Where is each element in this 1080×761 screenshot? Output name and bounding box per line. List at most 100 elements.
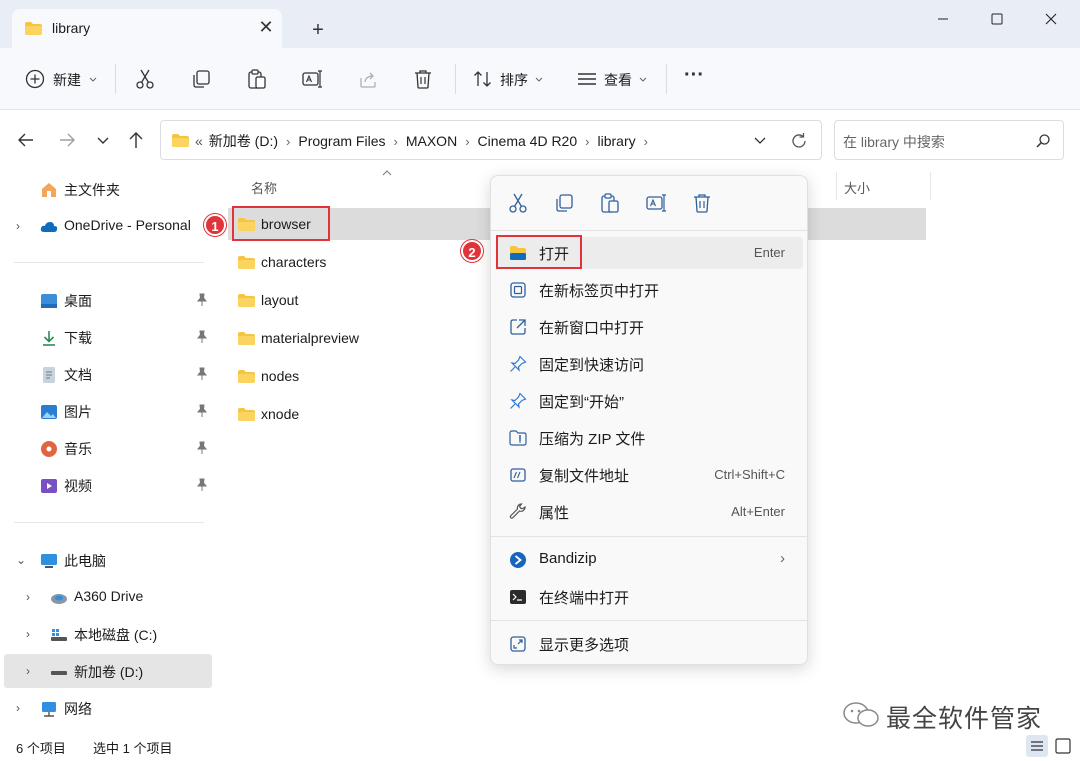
chevron-right-icon: › bbox=[286, 133, 291, 149]
chevron-right-icon[interactable]: › bbox=[16, 700, 28, 716]
menu-item-open-new-window[interactable]: 在新窗口中打开 bbox=[497, 311, 803, 343]
search-placeholder[interactable]: 在 library 中搜索 bbox=[843, 132, 945, 152]
up-icon[interactable] bbox=[124, 128, 148, 152]
tiles-view-icon[interactable] bbox=[1052, 735, 1074, 757]
sort-button-label[interactable]: 排序 bbox=[500, 70, 528, 90]
menu-item-open-new-tab[interactable]: 在新标签页中打开 bbox=[497, 274, 803, 306]
recent-locations-chevron-icon[interactable] bbox=[91, 128, 115, 152]
view-icon[interactable] bbox=[576, 68, 598, 90]
selection-count: 选中 1 个项目 bbox=[93, 741, 173, 756]
column-header-name[interactable]: 名称 bbox=[251, 178, 277, 197]
sidebar-item-desktop[interactable]: 桌面 bbox=[0, 283, 212, 317]
chevron-right-icon[interactable]: › bbox=[26, 626, 38, 642]
refresh-icon[interactable] bbox=[789, 131, 809, 151]
chevron-right-icon: › bbox=[465, 133, 470, 149]
details-view-icon[interactable] bbox=[1026, 735, 1048, 757]
sidebar-item-documents[interactable]: 文档 bbox=[0, 357, 212, 391]
sidebar-item-network[interactable]: › 网络 bbox=[0, 691, 212, 725]
back-icon[interactable] bbox=[14, 128, 38, 152]
file-row-layout[interactable]: layout bbox=[228, 284, 504, 316]
menu-item-pin-quick-access[interactable]: 固定到快速访问 bbox=[497, 348, 803, 380]
sidebar-item-music[interactable]: 音乐 bbox=[0, 431, 212, 465]
sidebar-item-label: OneDrive - Personal bbox=[64, 217, 191, 233]
chevron-right-icon[interactable]: › bbox=[16, 218, 28, 234]
menu-item-bandizip[interactable]: Bandizip › bbox=[497, 544, 803, 576]
breadcrumb-overflow[interactable]: « bbox=[195, 133, 203, 149]
sidebar-item-this-pc[interactable]: ⌄ 此电脑 bbox=[0, 543, 212, 577]
delete-icon[interactable] bbox=[412, 68, 434, 90]
properties-icon bbox=[509, 503, 526, 519]
menu-item-show-more-options[interactable]: 显示更多选项 bbox=[497, 628, 803, 660]
sidebar-item-label: 本地磁盘 (C:) bbox=[74, 627, 158, 643]
column-header-size[interactable]: 大小 bbox=[844, 178, 870, 197]
file-row-xnode[interactable]: xnode bbox=[228, 398, 504, 430]
rename-icon[interactable] bbox=[645, 192, 667, 214]
chevron-down-icon[interactable]: ⌄ bbox=[16, 552, 28, 568]
close-window-icon[interactable] bbox=[1036, 6, 1066, 32]
sidebar-item-pictures[interactable]: 图片 bbox=[0, 394, 212, 428]
chevron-right-icon[interactable]: › bbox=[26, 589, 38, 605]
chevron-right-icon: › bbox=[393, 133, 398, 149]
new-tab-icon bbox=[510, 282, 526, 298]
maximize-icon[interactable] bbox=[982, 6, 1012, 32]
toolbar-divider bbox=[455, 64, 456, 94]
breadcrumb-item[interactable]: MAXON bbox=[406, 133, 457, 149]
breadcrumb-item[interactable]: Program Files bbox=[298, 133, 385, 149]
column-divider[interactable] bbox=[836, 172, 837, 200]
menu-item-open-terminal[interactable]: 在终端中打开 bbox=[497, 581, 803, 613]
paste-icon[interactable] bbox=[246, 68, 268, 90]
copy-icon[interactable] bbox=[190, 68, 212, 90]
file-row-materialpreview[interactable]: materialpreview bbox=[228, 322, 504, 354]
pin-icon[interactable] bbox=[196, 441, 208, 455]
bandizip-icon bbox=[510, 552, 526, 568]
sidebar-item-drive-c[interactable]: › 本地磁盘 (C:) bbox=[0, 617, 212, 651]
cut-icon[interactable] bbox=[134, 68, 156, 90]
sidebar-item-downloads[interactable]: 下载 bbox=[0, 320, 212, 354]
pin-icon[interactable] bbox=[196, 367, 208, 381]
sidebar-item-videos[interactable]: 视频 bbox=[0, 468, 212, 502]
new-tab-button[interactable]: + bbox=[306, 18, 330, 42]
menu-item-copy-path[interactable]: 复制文件地址 Ctrl+Shift+C bbox=[497, 459, 803, 491]
menu-item-shortcut: Enter bbox=[753, 245, 785, 260]
menu-item-pin-start[interactable]: 固定到“开始” bbox=[497, 385, 803, 417]
sort-icon[interactable] bbox=[472, 68, 494, 90]
address-bar[interactable]: « 新加卷 (D:) › Program Files › MAXON › Cin… bbox=[160, 120, 822, 160]
new-button-label[interactable]: 新建 bbox=[53, 70, 81, 90]
pin-icon[interactable] bbox=[196, 478, 208, 492]
pin-icon[interactable] bbox=[196, 293, 208, 307]
sidebar-item-home[interactable]: 主文件夹 bbox=[0, 172, 212, 206]
share-icon[interactable] bbox=[357, 68, 379, 90]
delete-icon[interactable] bbox=[691, 192, 713, 214]
breadcrumb-item[interactable]: Cinema 4D R20 bbox=[478, 133, 578, 149]
folder-icon bbox=[238, 408, 255, 421]
pin-icon[interactable] bbox=[196, 330, 208, 344]
paste-icon[interactable] bbox=[599, 192, 621, 214]
column-divider[interactable] bbox=[930, 172, 931, 200]
sidebar-item-onedrive[interactable]: › OneDrive - Personal bbox=[0, 209, 212, 243]
cut-icon[interactable] bbox=[507, 192, 529, 214]
breadcrumb-item[interactable]: 新加卷 (D:) bbox=[209, 131, 278, 151]
chevron-right-icon: › bbox=[585, 133, 590, 149]
minimize-icon[interactable] bbox=[928, 6, 958, 32]
breadcrumb-item[interactable]: library bbox=[597, 133, 635, 149]
sidebar-item-a360[interactable]: › A360 Drive bbox=[0, 580, 212, 614]
forward-icon[interactable] bbox=[55, 128, 79, 152]
menu-item-properties[interactable]: 属性 Alt+Enter bbox=[497, 496, 803, 528]
address-history-chevron-icon[interactable] bbox=[753, 135, 767, 147]
menu-item-compress-zip[interactable]: 压缩为 ZIP 文件 bbox=[497, 422, 803, 454]
tab-close-icon[interactable]: ✕ bbox=[256, 17, 276, 37]
chevron-right-icon[interactable]: › bbox=[26, 663, 38, 679]
home-icon bbox=[42, 183, 56, 197]
tab-library[interactable]: library ✕ bbox=[12, 9, 282, 49]
file-row-nodes[interactable]: nodes bbox=[228, 360, 504, 392]
copy-icon[interactable] bbox=[553, 192, 575, 214]
search-box[interactable]: 在 library 中搜索 bbox=[834, 120, 1064, 160]
sidebar-item-drive-d[interactable]: › 新加卷 (D:) bbox=[4, 654, 212, 688]
wechat-icon bbox=[843, 702, 879, 727]
view-button-label[interactable]: 查看 bbox=[604, 70, 632, 90]
new-icon[interactable] bbox=[24, 68, 46, 90]
rename-icon[interactable] bbox=[301, 68, 323, 90]
pin-icon[interactable] bbox=[196, 404, 208, 418]
search-icon[interactable] bbox=[1035, 133, 1051, 149]
more-options-button[interactable]: ··· bbox=[684, 64, 704, 87]
